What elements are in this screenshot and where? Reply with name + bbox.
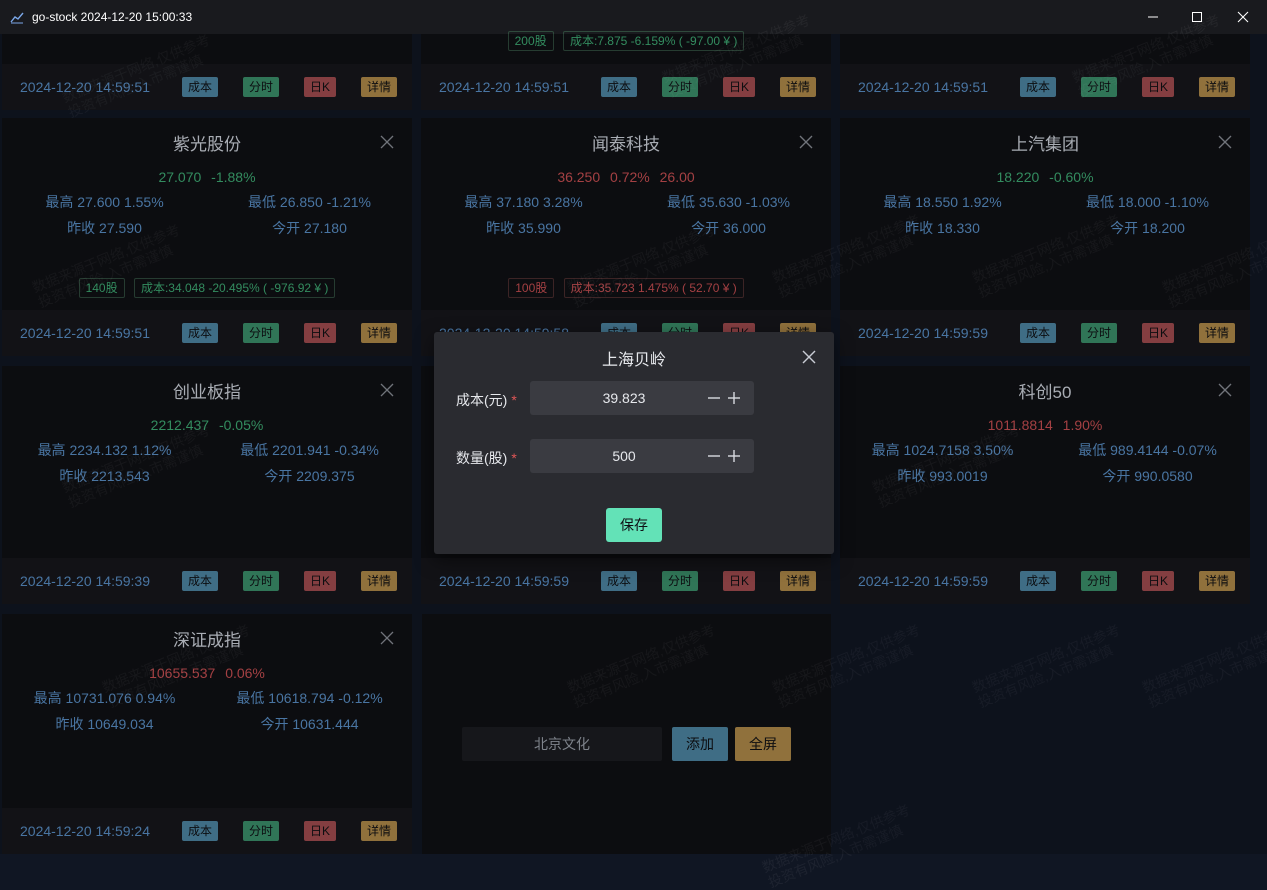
- title-bar: go-stock 2024-12-20 15:00:33: [0, 0, 1267, 34]
- plus-icon[interactable]: [728, 450, 740, 462]
- close-icon: [1237, 11, 1249, 23]
- plus-icon[interactable]: [728, 392, 740, 404]
- maximize-icon: [1192, 12, 1202, 22]
- required-mark: *: [511, 450, 517, 466]
- cost-input[interactable]: 39.823: [530, 381, 754, 415]
- cost-label-text: 成本(元): [456, 392, 508, 408]
- required-mark: *: [511, 392, 517, 408]
- modal-title: 上海贝岭: [601, 352, 666, 369]
- minimize-icon: [1148, 16, 1158, 18]
- quantity-value[interactable]: 500: [530, 439, 718, 473]
- quantity-label: 数量(股) *: [456, 448, 517, 468]
- save-button[interactable]: 保存: [606, 508, 662, 542]
- cost-edit-modal: 上海贝岭 成本(元) * 39.823 数量(股) * 500 保存: [434, 332, 834, 554]
- cost-value[interactable]: 39.823: [530, 381, 718, 415]
- window-title: go-stock 2024-12-20 15:00:33: [32, 10, 193, 24]
- minus-icon[interactable]: [708, 450, 720, 462]
- maximize-button[interactable]: [1174, 0, 1220, 34]
- minus-icon[interactable]: [708, 392, 720, 404]
- quantity-label-text: 数量(股): [456, 450, 508, 466]
- close-window-button[interactable]: [1220, 0, 1266, 34]
- minimize-button[interactable]: [1130, 0, 1176, 34]
- quantity-input[interactable]: 500: [530, 439, 754, 473]
- close-icon[interactable]: [802, 350, 816, 364]
- cost-label: 成本(元) *: [456, 390, 517, 410]
- chart-line-icon: [10, 12, 24, 24]
